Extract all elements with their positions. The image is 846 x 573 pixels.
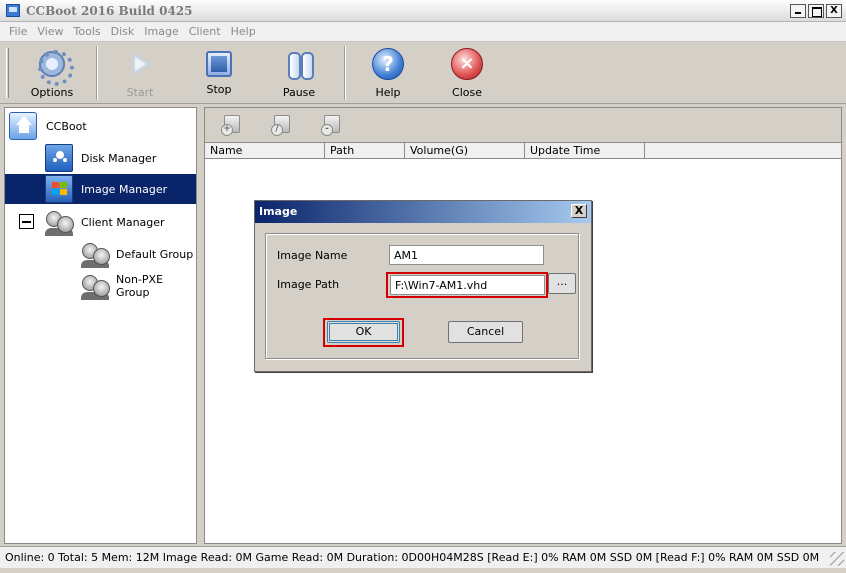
maximize-button[interactable]	[808, 4, 824, 18]
group-icon	[81, 240, 110, 268]
stop-button[interactable]: Stop	[186, 46, 252, 100]
tree-node-disk-manager[interactable]: Disk Manager	[45, 143, 194, 173]
stop-icon	[206, 51, 232, 77]
help-button[interactable]: ? Help	[355, 46, 421, 100]
edit-image-icon[interactable]	[271, 114, 293, 136]
image-path-input[interactable]	[390, 275, 545, 295]
close-label: Close	[452, 86, 482, 99]
tree-node-nonpxe-group[interactable]: Non-PXE Group	[81, 271, 194, 301]
tree-label-default-group: Default Group	[116, 247, 194, 261]
browse-button[interactable]: ...	[548, 273, 576, 294]
app-icon	[6, 4, 20, 17]
dialog-title: Image	[259, 205, 298, 218]
pause-icon	[283, 48, 315, 80]
column-update-time[interactable]: Update Time	[525, 143, 645, 159]
pause-button[interactable]: Pause	[266, 46, 332, 100]
tree-label-image-manager: Image Manager	[81, 182, 168, 196]
menu-tools[interactable]: Tools	[69, 25, 106, 38]
menu-client[interactable]: Client	[184, 25, 226, 38]
ok-button[interactable]: OK	[327, 321, 400, 343]
toolbar-grip[interactable]	[6, 48, 9, 98]
column-name[interactable]: Name	[205, 143, 325, 159]
tree-label-nonpxe-group: Non-PXE Group	[116, 273, 164, 299]
window-title: CCBoot 2016 Build 0425	[26, 4, 193, 18]
menu-disk[interactable]: Disk	[106, 25, 140, 38]
toolbar-separator	[96, 46, 98, 100]
help-label: Help	[375, 86, 401, 99]
window-controls: X	[790, 4, 842, 18]
menu-bar: File View Tools Disk Image Client Help	[0, 22, 846, 42]
status-text: Online: 0 Total: 5 Mem: 12M Image Read: …	[5, 551, 823, 564]
start-button[interactable]: Start	[107, 46, 173, 100]
home-server-icon	[9, 112, 37, 140]
start-label: Start	[126, 86, 154, 99]
disk-share-icon	[45, 144, 73, 172]
column-volume[interactable]: Volume(G)	[405, 143, 525, 159]
toolbar-separator	[344, 46, 346, 100]
pause-label: Pause	[282, 86, 316, 99]
close-circle-icon: ×	[451, 48, 483, 80]
close-window-button[interactable]: X	[826, 4, 842, 18]
status-bar: Online: 0 Total: 5 Mem: 12M Image Read: …	[0, 546, 846, 568]
options-label: Options	[30, 86, 74, 99]
gear-icon	[36, 48, 74, 86]
tree-node-image-manager[interactable]: Image Manager	[5, 174, 196, 204]
delete-image-icon[interactable]	[321, 114, 343, 136]
windows-image-icon	[45, 175, 73, 203]
menu-view[interactable]: View	[32, 25, 68, 38]
grid-header: Name Path Volume(G) Update Time	[205, 142, 841, 159]
cancel-button[interactable]: Cancel	[448, 321, 523, 343]
tree-label-ccboot: CCBoot	[46, 119, 87, 133]
menu-image[interactable]: Image	[139, 25, 183, 38]
image-name-label: Image Name	[277, 249, 348, 262]
column-path[interactable]: Path	[325, 143, 405, 159]
tree-node-ccboot[interactable]: CCBoot	[9, 111, 194, 141]
dialog-close-button[interactable]: X	[571, 204, 587, 218]
minimize-button[interactable]	[790, 4, 806, 18]
main-toolbar: Options Start Stop Pause ? Help × Close	[0, 42, 846, 104]
close-button[interactable]: × Close	[434, 46, 500, 100]
menu-file[interactable]: File	[4, 25, 32, 38]
navigation-tree: CCBoot Disk Manager Image Manager Client…	[4, 107, 197, 544]
image-path-label: Image Path	[277, 278, 340, 291]
help-icon: ?	[372, 48, 404, 80]
menu-help[interactable]: Help	[226, 25, 261, 38]
image-name-input[interactable]	[389, 245, 544, 265]
users-icon	[45, 208, 74, 236]
add-image-icon[interactable]	[221, 114, 243, 136]
image-dialog: Image X Image Name Image Path ... OK Can…	[254, 200, 592, 372]
tree-node-client-manager[interactable]: Client Manager	[45, 207, 194, 237]
collapse-client-manager-toggle[interactable]	[19, 214, 34, 229]
tree-node-default-group[interactable]: Default Group	[81, 239, 194, 269]
options-button[interactable]: Options	[19, 46, 85, 100]
title-bar: CCBoot 2016 Build 0425 X	[0, 0, 846, 22]
resize-grip[interactable]	[830, 552, 844, 566]
stop-label: Stop	[206, 83, 232, 96]
tree-label-disk-manager: Disk Manager	[81, 151, 157, 165]
image-toolbar	[205, 108, 841, 142]
group-icon	[81, 272, 110, 300]
dialog-title-bar[interactable]: Image X	[255, 201, 591, 223]
play-icon	[124, 48, 156, 80]
tree-label-client-manager: Client Manager	[81, 215, 165, 229]
